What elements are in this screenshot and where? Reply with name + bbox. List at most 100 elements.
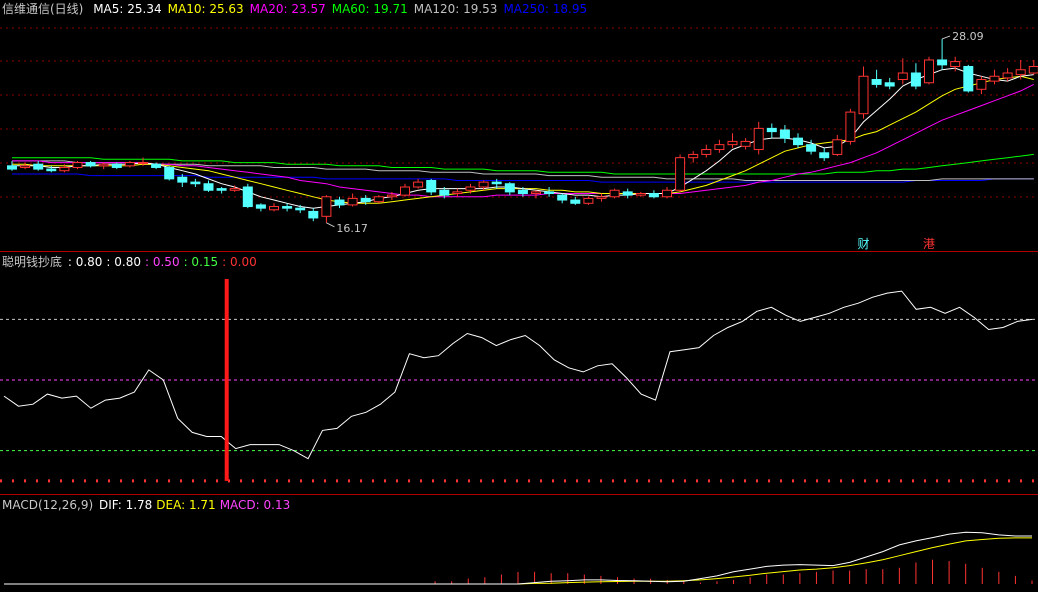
candle-body — [98, 163, 109, 167]
candle-body — [1028, 65, 1038, 74]
candle-body — [544, 191, 555, 195]
candle-body — [242, 186, 253, 208]
candle-body — [779, 129, 790, 139]
candle — [308, 208, 319, 222]
candle-body — [164, 166, 175, 180]
macd-title: MACD(12,26,9) — [2, 498, 94, 512]
candle-body — [937, 59, 948, 66]
macd-value-0: DIF: 1.78 — [98, 498, 153, 512]
macd-pane[interactable]: MACD(12,26,9) DIF: 1.78 DEA: 1.71 MACD: 0.… — [0, 496, 1038, 592]
high-pointer — [941, 35, 951, 40]
candle — [832, 134, 843, 157]
candle-body — [884, 82, 895, 87]
candle-body — [832, 139, 843, 155]
candle — [124, 160, 135, 168]
candle-body — [635, 193, 646, 196]
stock-title: 信维通信(日线) — [2, 2, 84, 16]
candle-body — [151, 163, 162, 168]
candle — [413, 178, 424, 189]
smart-money-chart[interactable] — [0, 253, 1038, 495]
candle — [845, 108, 856, 145]
candle-body — [400, 186, 410, 196]
candle-body — [1015, 69, 1026, 76]
indicator-pane[interactable]: 聪明钱抄底 : 0.80: 0.80: 0.50: 0.15: 0.00 — [0, 253, 1038, 495]
candle — [544, 187, 555, 197]
candle-body — [662, 189, 672, 198]
legend-ma10: MA10: 25.63 — [167, 2, 244, 16]
candle-body — [72, 162, 83, 168]
candle-body — [203, 183, 214, 191]
candle-body — [7, 165, 17, 170]
candle — [347, 193, 358, 207]
candle-body — [190, 181, 201, 185]
candle — [766, 123, 777, 139]
candle-body — [609, 189, 620, 198]
indicator-value-4: : 0.00 — [222, 255, 257, 269]
candle-body — [373, 196, 384, 203]
candle — [85, 160, 96, 168]
candle — [373, 195, 384, 204]
candle — [98, 162, 109, 170]
candle — [976, 76, 987, 95]
candle-body — [583, 197, 594, 204]
candle — [937, 38, 948, 70]
candle-body — [59, 166, 70, 172]
candle — [740, 138, 751, 150]
candlestick-chart[interactable]: 28.09 16.17 财 港 — [0, 0, 1038, 252]
indicator-value-3: : 0.15 — [183, 255, 219, 269]
candle-body — [976, 79, 987, 90]
candle-body — [426, 179, 437, 193]
macd-legend: MACD(12,26,9) DIF: 1.78 DEA: 1.71 MACD: 0.… — [2, 498, 300, 512]
candle — [884, 77, 895, 90]
candle-body — [46, 168, 57, 172]
candle — [819, 147, 830, 161]
candle-body — [819, 152, 830, 159]
candle-body — [622, 191, 633, 196]
candle — [190, 178, 201, 187]
candle — [662, 187, 672, 199]
indicator-legend: 聪明钱抄底 : 0.80: 0.80: 0.50: 0.15: 0.00 — [2, 255, 267, 269]
indicator-title: 聪明钱抄底 — [2, 255, 63, 269]
price-pane[interactable]: 28.09 16.17 财 港 信维通信(日线) MA5: 25.34 MA10: 25… — [0, 0, 1038, 252]
price-legend: 信维通信(日线) MA5: 25.34 MA10: 25.63 MA20: 23.5… — [2, 2, 599, 16]
candle-body — [255, 204, 266, 209]
candle — [1002, 68, 1013, 82]
candle-body — [753, 127, 764, 151]
candle-body — [124, 162, 135, 167]
candle-body — [963, 65, 974, 92]
candle — [793, 133, 803, 148]
candle-body — [138, 162, 148, 165]
candle-body — [229, 188, 240, 191]
legend-ma60: MA60: 19.71 — [331, 2, 408, 16]
indicator-value-2: : 0.50 — [145, 255, 180, 269]
candle-body — [334, 199, 345, 206]
candle-body — [269, 206, 279, 211]
candle-body — [295, 207, 306, 211]
indicator-value-1: : 0.80 — [106, 255, 141, 269]
candle — [111, 162, 122, 170]
candle-body — [897, 72, 908, 81]
candle — [242, 183, 253, 209]
candle — [504, 182, 515, 196]
candle-body — [33, 163, 44, 170]
candle-body — [675, 157, 686, 191]
candle-body — [282, 206, 293, 209]
macd-value-2: MACD: 0.13 — [219, 498, 291, 512]
event-marker: 港 — [923, 237, 935, 251]
candle-body — [596, 196, 607, 199]
candle — [635, 191, 646, 197]
legend-ma20: MA20: 23.57 — [249, 2, 326, 16]
candle-body — [845, 111, 856, 142]
candle — [570, 196, 581, 205]
candle-body — [85, 162, 96, 167]
candle-body — [386, 194, 397, 198]
candle-body — [177, 176, 188, 183]
candle-body — [308, 210, 319, 219]
candle — [989, 69, 1000, 85]
candle-body — [910, 72, 921, 87]
candle — [609, 188, 620, 199]
candle — [858, 66, 869, 119]
candle-body — [465, 186, 476, 191]
candle — [714, 139, 725, 153]
candle — [897, 58, 908, 85]
